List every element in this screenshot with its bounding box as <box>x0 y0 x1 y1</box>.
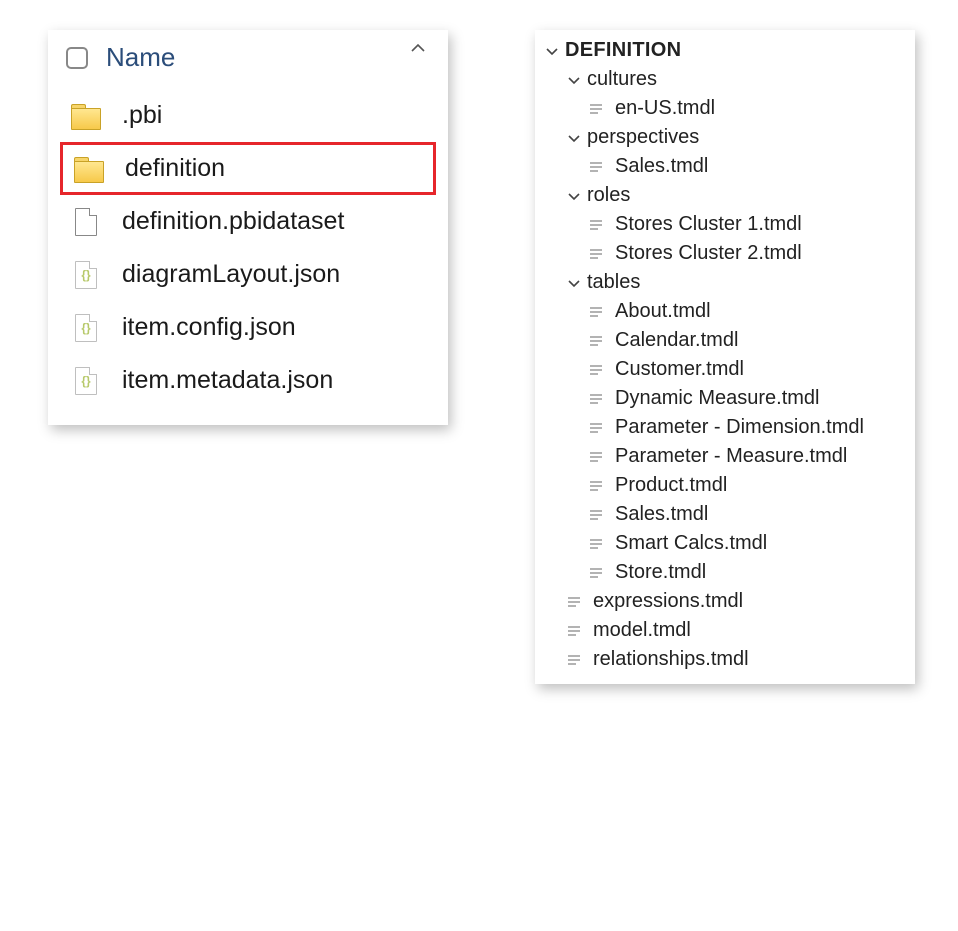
file-lines-icon <box>587 248 605 260</box>
file-row[interactable]: {} diagramLayout.json <box>60 248 436 301</box>
tree-file[interactable]: Parameter - Dimension.tmdl <box>543 413 907 442</box>
tree-file[interactable]: Product.tmdl <box>543 471 907 500</box>
tree-file-label: Parameter - Dimension.tmdl <box>615 416 864 439</box>
file-lines-icon <box>587 335 605 347</box>
tree-file[interactable]: expressions.tmdl <box>543 587 907 616</box>
tree-file[interactable]: model.tmdl <box>543 616 907 645</box>
file-row[interactable]: definition <box>60 142 436 195</box>
tree-file-label: relationships.tmdl <box>593 648 749 671</box>
tree-file-label: Stores Cluster 1.tmdl <box>615 213 802 236</box>
tree-file-label: Calendar.tmdl <box>615 329 738 352</box>
tree-file-label: Customer.tmdl <box>615 358 744 381</box>
tree-folder[interactable]: tables <box>543 268 907 297</box>
tree-folder-label: cultures <box>587 68 657 91</box>
tree-file-label: Stores Cluster 2.tmdl <box>615 242 802 265</box>
file-lines-icon <box>587 480 605 492</box>
tree-folder-label: roles <box>587 184 630 207</box>
file-row[interactable]: {} item.config.json <box>60 301 436 354</box>
file-lines-icon <box>587 567 605 579</box>
json-file-icon: {} <box>68 314 104 342</box>
tree-file[interactable]: Smart Calcs.tmdl <box>543 529 907 558</box>
file-lines-icon <box>587 538 605 550</box>
json-file-icon: {} <box>68 261 104 289</box>
name-column-header[interactable]: Name <box>106 42 175 73</box>
file-label: item.metadata.json <box>122 366 333 395</box>
file-label: definition.pbidataset <box>122 207 344 236</box>
tree-folder-label: tables <box>587 271 640 294</box>
chevron-down-icon <box>543 44 561 58</box>
tree-file[interactable]: Stores Cluster 1.tmdl <box>543 210 907 239</box>
file-lines-icon <box>587 161 605 173</box>
file-row[interactable]: {} item.metadata.json <box>60 354 436 407</box>
file-label: item.config.json <box>122 313 296 342</box>
tree-folder[interactable]: perspectives <box>543 123 907 152</box>
tree-file-label: expressions.tmdl <box>593 590 743 613</box>
file-label: diagramLayout.json <box>122 260 340 289</box>
file-icon <box>68 208 104 236</box>
file-row[interactable]: definition.pbidataset <box>60 195 436 248</box>
folder-icon <box>68 104 104 128</box>
file-lines-icon <box>587 103 605 115</box>
file-lines-icon <box>587 393 605 405</box>
chevron-up-icon[interactable] <box>408 38 428 63</box>
select-all-checkbox[interactable] <box>66 47 88 69</box>
tree-file-label: Store.tmdl <box>615 561 706 584</box>
tree-folder[interactable]: roles <box>543 181 907 210</box>
file-lines-icon <box>587 509 605 521</box>
tree-panel: DEFINITION cultures en-US.tmdl perspective… <box>535 30 915 684</box>
explorer-header: Name <box>48 30 448 83</box>
json-file-icon: {} <box>68 367 104 395</box>
file-list: .pbi definition definition.pbidataset {} dia… <box>48 83 448 407</box>
tree-body: cultures en-US.tmdl perspectives Sales.tmdl… <box>543 65 907 674</box>
file-label: .pbi <box>122 101 162 130</box>
chevron-down-icon <box>565 73 583 87</box>
chevron-down-icon <box>565 131 583 145</box>
file-lines-icon <box>587 364 605 376</box>
tree-root-label: DEFINITION <box>565 39 681 62</box>
tree-file-label: Sales.tmdl <box>615 503 708 526</box>
tree-file[interactable]: About.tmdl <box>543 297 907 326</box>
file-lines-icon <box>587 451 605 463</box>
tree-file[interactable]: Parameter - Measure.tmdl <box>543 442 907 471</box>
tree-file[interactable]: relationships.tmdl <box>543 645 907 674</box>
tree-file[interactable]: Dynamic Measure.tmdl <box>543 384 907 413</box>
tree-file-label: en-US.tmdl <box>615 97 715 120</box>
tree-folder[interactable]: cultures <box>543 65 907 94</box>
chevron-down-icon <box>565 276 583 290</box>
tree-file-label: Parameter - Measure.tmdl <box>615 445 847 468</box>
file-lines-icon <box>565 654 583 666</box>
file-lines-icon <box>565 596 583 608</box>
tree-file[interactable]: en-US.tmdl <box>543 94 907 123</box>
tree-file[interactable]: Calendar.tmdl <box>543 326 907 355</box>
file-lines-icon <box>565 625 583 637</box>
tree-file[interactable]: Store.tmdl <box>543 558 907 587</box>
tree-file[interactable]: Sales.tmdl <box>543 500 907 529</box>
tree-file-label: Product.tmdl <box>615 474 727 497</box>
file-label: definition <box>125 154 225 183</box>
folder-icon <box>71 157 107 181</box>
tree-file-label: Smart Calcs.tmdl <box>615 532 767 555</box>
file-explorer-panel: Name .pbi definition definition.pbidataset… <box>48 30 448 425</box>
file-row[interactable]: .pbi <box>60 89 436 142</box>
tree-file-label: About.tmdl <box>615 300 711 323</box>
tree-file[interactable]: Sales.tmdl <box>543 152 907 181</box>
tree-file-label: Dynamic Measure.tmdl <box>615 387 820 410</box>
tree-file[interactable]: Stores Cluster 2.tmdl <box>543 239 907 268</box>
tree-folder-label: perspectives <box>587 126 699 149</box>
tree-file[interactable]: Customer.tmdl <box>543 355 907 384</box>
tree-file-label: model.tmdl <box>593 619 691 642</box>
tree-file-label: Sales.tmdl <box>615 155 708 178</box>
tree-root[interactable]: DEFINITION <box>543 36 907 65</box>
file-lines-icon <box>587 219 605 231</box>
file-lines-icon <box>587 306 605 318</box>
chevron-down-icon <box>565 189 583 203</box>
file-lines-icon <box>587 422 605 434</box>
